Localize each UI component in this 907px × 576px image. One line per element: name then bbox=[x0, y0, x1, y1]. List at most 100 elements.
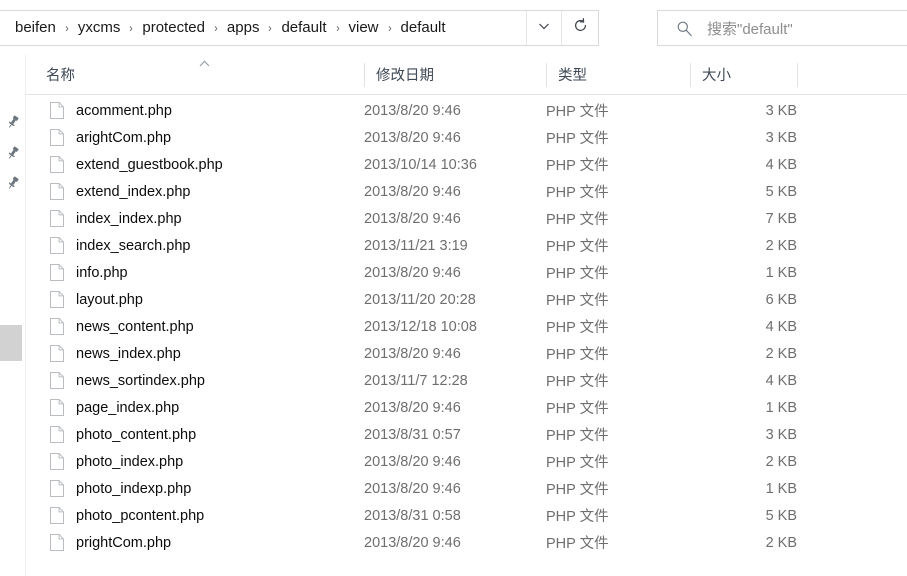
breadcrumb[interactable]: beifen › yxcms › protected › apps › default › view… bbox=[0, 17, 526, 39]
php-file-icon bbox=[50, 372, 64, 389]
column-header-size-label: 大小 bbox=[702, 68, 731, 84]
file-name-cell[interactable]: page_index.php bbox=[26, 399, 356, 416]
file-type-cell: PHP 文件 bbox=[546, 455, 609, 471]
table-row[interactable]: info.php 2013/8/20 9:46 PHP 文件 1 KB bbox=[26, 259, 907, 286]
file-name-cell[interactable]: news_sortindex.php bbox=[26, 372, 356, 389]
php-file-icon bbox=[50, 210, 64, 227]
refresh-button[interactable] bbox=[561, 11, 598, 45]
table-row[interactable]: index_search.php 2013/11/21 3:19 PHP 文件 2 K… bbox=[26, 232, 907, 259]
file-name-cell[interactable]: news_index.php bbox=[26, 345, 356, 362]
file-size-cell: 1 KB bbox=[765, 264, 797, 281]
file-type-cell: PHP 文件 bbox=[546, 347, 609, 363]
search-box[interactable]: 搜索"default" bbox=[657, 10, 907, 46]
table-row[interactable]: photo_content.php 2013/8/31 0:57 PHP 文件 3 K… bbox=[26, 421, 907, 448]
php-file-icon bbox=[50, 183, 64, 200]
table-row[interactable]: page_index.php 2013/8/20 9:46 PHP 文件 1 KB bbox=[26, 394, 907, 421]
table-row[interactable]: news_content.php 2013/12/18 10:08 PHP 文件 4 … bbox=[26, 313, 907, 340]
file-name-cell[interactable]: index_search.php bbox=[26, 237, 356, 254]
breadcrumb-item-protected[interactable]: protected bbox=[139, 17, 208, 39]
file-date-cell: 2013/8/20 9:46 bbox=[364, 399, 461, 416]
column-header-row: 名称 修改日期 类型 大小 bbox=[0, 55, 907, 95]
breadcrumb-item-apps[interactable]: apps bbox=[224, 17, 263, 39]
file-name-cell[interactable]: layout.php bbox=[26, 291, 356, 308]
file-name-label: layout.php bbox=[76, 291, 143, 308]
table-row[interactable]: extend_guestbook.php 2013/10/14 10:36 PHP … bbox=[26, 151, 907, 178]
file-type-cell: PHP 文件 bbox=[546, 185, 609, 201]
breadcrumb-item-yxcms[interactable]: yxcms bbox=[75, 17, 124, 39]
file-name-cell[interactable]: photo_pcontent.php bbox=[26, 507, 356, 524]
file-date-cell: 2013/8/20 9:46 bbox=[364, 480, 461, 497]
breadcrumb-separator: › bbox=[387, 21, 392, 35]
address-history-dropdown[interactable] bbox=[526, 11, 561, 45]
table-row[interactable]: photo_pcontent.php 2013/8/31 0:58 PHP 文件 5 … bbox=[26, 502, 907, 529]
vertical-scroll-thumb[interactable] bbox=[0, 325, 22, 361]
file-name-label: index_index.php bbox=[76, 210, 182, 227]
file-name-label: photo_pcontent.php bbox=[76, 507, 205, 524]
pin-icon[interactable] bbox=[5, 175, 21, 191]
file-name-label: arightCom.php bbox=[76, 129, 172, 146]
php-file-icon bbox=[50, 480, 64, 497]
file-size-cell: 7 KB bbox=[765, 210, 797, 227]
file-name-cell[interactable]: photo_index.php bbox=[26, 453, 356, 470]
file-list: acomment.php 2013/8/20 9:46 PHP 文件 3 KB arig… bbox=[26, 97, 907, 556]
pin-icon[interactable] bbox=[5, 114, 21, 130]
breadcrumb-item-view[interactable]: view bbox=[346, 17, 382, 39]
file-size-cell: 2 KB bbox=[765, 345, 797, 362]
file-name-cell[interactable]: photo_content.php bbox=[26, 426, 356, 443]
file-size-cell: 5 KB bbox=[765, 183, 797, 200]
file-name-label: news_content.php bbox=[76, 318, 194, 335]
column-header-size[interactable]: 大小 bbox=[690, 55, 797, 94]
file-name-label: news_sortindex.php bbox=[76, 372, 205, 389]
address-bar[interactable]: beifen › yxcms › protected › apps › default › view… bbox=[0, 10, 599, 46]
file-date-cell: 2013/8/20 9:46 bbox=[364, 102, 461, 119]
file-name-cell[interactable]: photo_indexp.php bbox=[26, 480, 356, 497]
file-type-cell: PHP 文件 bbox=[546, 212, 609, 228]
file-type-cell: PHP 文件 bbox=[546, 131, 609, 147]
breadcrumb-item-default[interactable]: default bbox=[398, 17, 449, 39]
file-size-cell: 5 KB bbox=[765, 507, 797, 524]
breadcrumb-separator: › bbox=[129, 21, 134, 35]
file-name-cell[interactable]: arightCom.php bbox=[26, 129, 356, 146]
column-header-type[interactable]: 类型 bbox=[546, 55, 690, 94]
table-row[interactable]: arightCom.php 2013/8/20 9:46 PHP 文件 3 KB bbox=[26, 124, 907, 151]
breadcrumb-item-default[interactable]: default bbox=[278, 17, 329, 39]
file-name-cell[interactable]: info.php bbox=[26, 264, 356, 281]
breadcrumb-separator: › bbox=[214, 21, 218, 35]
file-size-cell: 2 KB bbox=[765, 534, 797, 551]
breadcrumb-item-beifen[interactable]: beifen bbox=[12, 17, 59, 39]
file-name-cell[interactable]: extend_index.php bbox=[26, 183, 356, 200]
file-name-cell[interactable]: acomment.php bbox=[26, 102, 356, 119]
file-name-cell[interactable]: news_content.php bbox=[26, 318, 356, 335]
chevron-down-icon bbox=[537, 19, 551, 38]
file-size-cell: 3 KB bbox=[765, 102, 797, 119]
pin-icon[interactable] bbox=[5, 145, 21, 161]
php-file-icon bbox=[50, 345, 64, 362]
table-row[interactable]: index_index.php 2013/8/20 9:46 PHP 文件 7 KB bbox=[26, 205, 907, 232]
file-name-label: news_index.php bbox=[76, 345, 181, 362]
column-header-date[interactable]: 修改日期 bbox=[364, 55, 546, 94]
search-input[interactable]: 搜索"default" bbox=[707, 18, 793, 39]
column-header-type-label: 类型 bbox=[558, 68, 587, 84]
file-type-cell: PHP 文件 bbox=[546, 239, 609, 255]
table-row[interactable]: news_sortindex.php 2013/11/7 12:28 PHP 文件 4… bbox=[26, 367, 907, 394]
table-row[interactable]: photo_index.php 2013/8/20 9:46 PHP 文件 2 KB bbox=[26, 448, 907, 475]
table-row[interactable]: photo_indexp.php 2013/8/20 9:46 PHP 文件 1 KB bbox=[26, 475, 907, 502]
table-row[interactable]: news_index.php 2013/8/20 9:46 PHP 文件 2 KB bbox=[26, 340, 907, 367]
file-name-cell[interactable]: index_index.php bbox=[26, 210, 356, 227]
php-file-icon bbox=[50, 318, 64, 335]
column-header-date-label: 修改日期 bbox=[376, 68, 434, 84]
table-row[interactable]: acomment.php 2013/8/20 9:46 PHP 文件 3 KB bbox=[26, 97, 907, 124]
file-name-cell[interactable]: extend_guestbook.php bbox=[26, 156, 356, 173]
file-name-label: photo_indexp.php bbox=[76, 480, 192, 497]
table-row[interactable]: layout.php 2013/11/20 20:28 PHP 文件 6 KB bbox=[26, 286, 907, 313]
table-row[interactable]: prightCom.php 2013/8/20 9:46 PHP 文件 2 KB bbox=[26, 529, 907, 556]
file-name-cell[interactable]: prightCom.php bbox=[26, 534, 356, 551]
column-divider[interactable] bbox=[797, 63, 798, 87]
file-size-cell: 4 KB bbox=[765, 156, 797, 173]
file-date-cell: 2013/8/20 9:46 bbox=[364, 264, 461, 281]
file-size-cell: 1 KB bbox=[765, 399, 797, 416]
file-type-cell: PHP 文件 bbox=[546, 104, 609, 120]
table-row[interactable]: extend_index.php 2013/8/20 9:46 PHP 文件 5 KB bbox=[26, 178, 907, 205]
file-type-cell: PHP 文件 bbox=[546, 509, 609, 525]
file-size-cell: 2 KB bbox=[765, 453, 797, 470]
